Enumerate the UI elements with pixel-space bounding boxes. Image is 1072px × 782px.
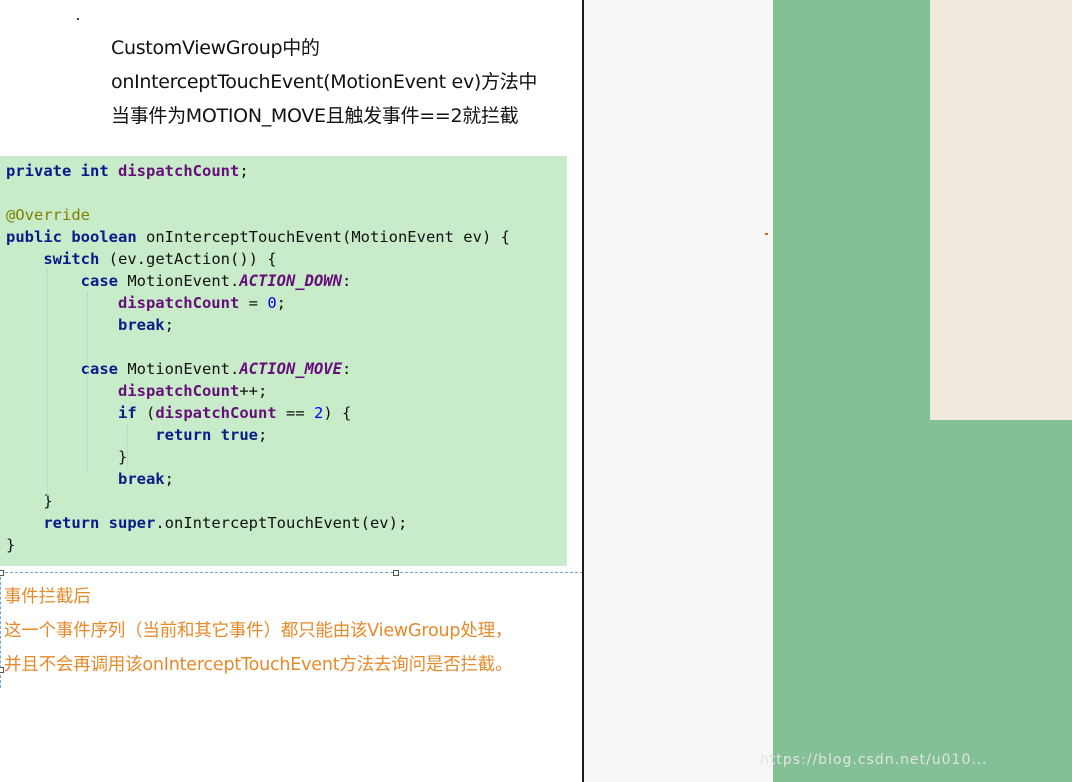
note-line-2: 这一个事件序列（当前和其它事件）都只能由该ViewGroup处理， [4,621,513,641]
note-line-1: 事件拦截后 [4,587,91,607]
heading-line-1: CustomViewGroup中的 [111,37,320,59]
custom-view-area[interactable] [930,0,1072,420]
code-block: private int dispatchCount; @Override pub… [0,156,567,566]
note-line-3: 并且不会再调用该onInterceptTouchEvent方法去询问是否拦截。 [4,655,513,675]
resize-handle-top[interactable] [393,570,399,576]
watermark: https://blog.csdn.net/u010... [760,752,988,768]
touch-marker [765,233,768,235]
heading-text: CustomViewGroup中的 onInterceptTouchEvent(… [111,31,537,133]
bullet-dot [77,18,79,20]
heading-line-2: onInterceptTouchEvent(MotionEvent ev)方法中 [111,71,538,93]
indent-guide [87,292,89,472]
indent-guide [127,424,129,468]
indent-guide [47,270,49,496]
heading-line-3: 当事件为MOTION_MOVE且触发事件==2就拦截 [111,105,519,127]
note-text: 事件拦截后 这一个事件序列（当前和其它事件）都只能由该ViewGroup处理， … [4,580,513,682]
document-panel: CustomViewGroup中的 onInterceptTouchEvent(… [0,0,583,782]
code-text: private int dispatchCount; @Override pub… [6,162,510,554]
resize-handle-top-left[interactable] [0,570,4,576]
